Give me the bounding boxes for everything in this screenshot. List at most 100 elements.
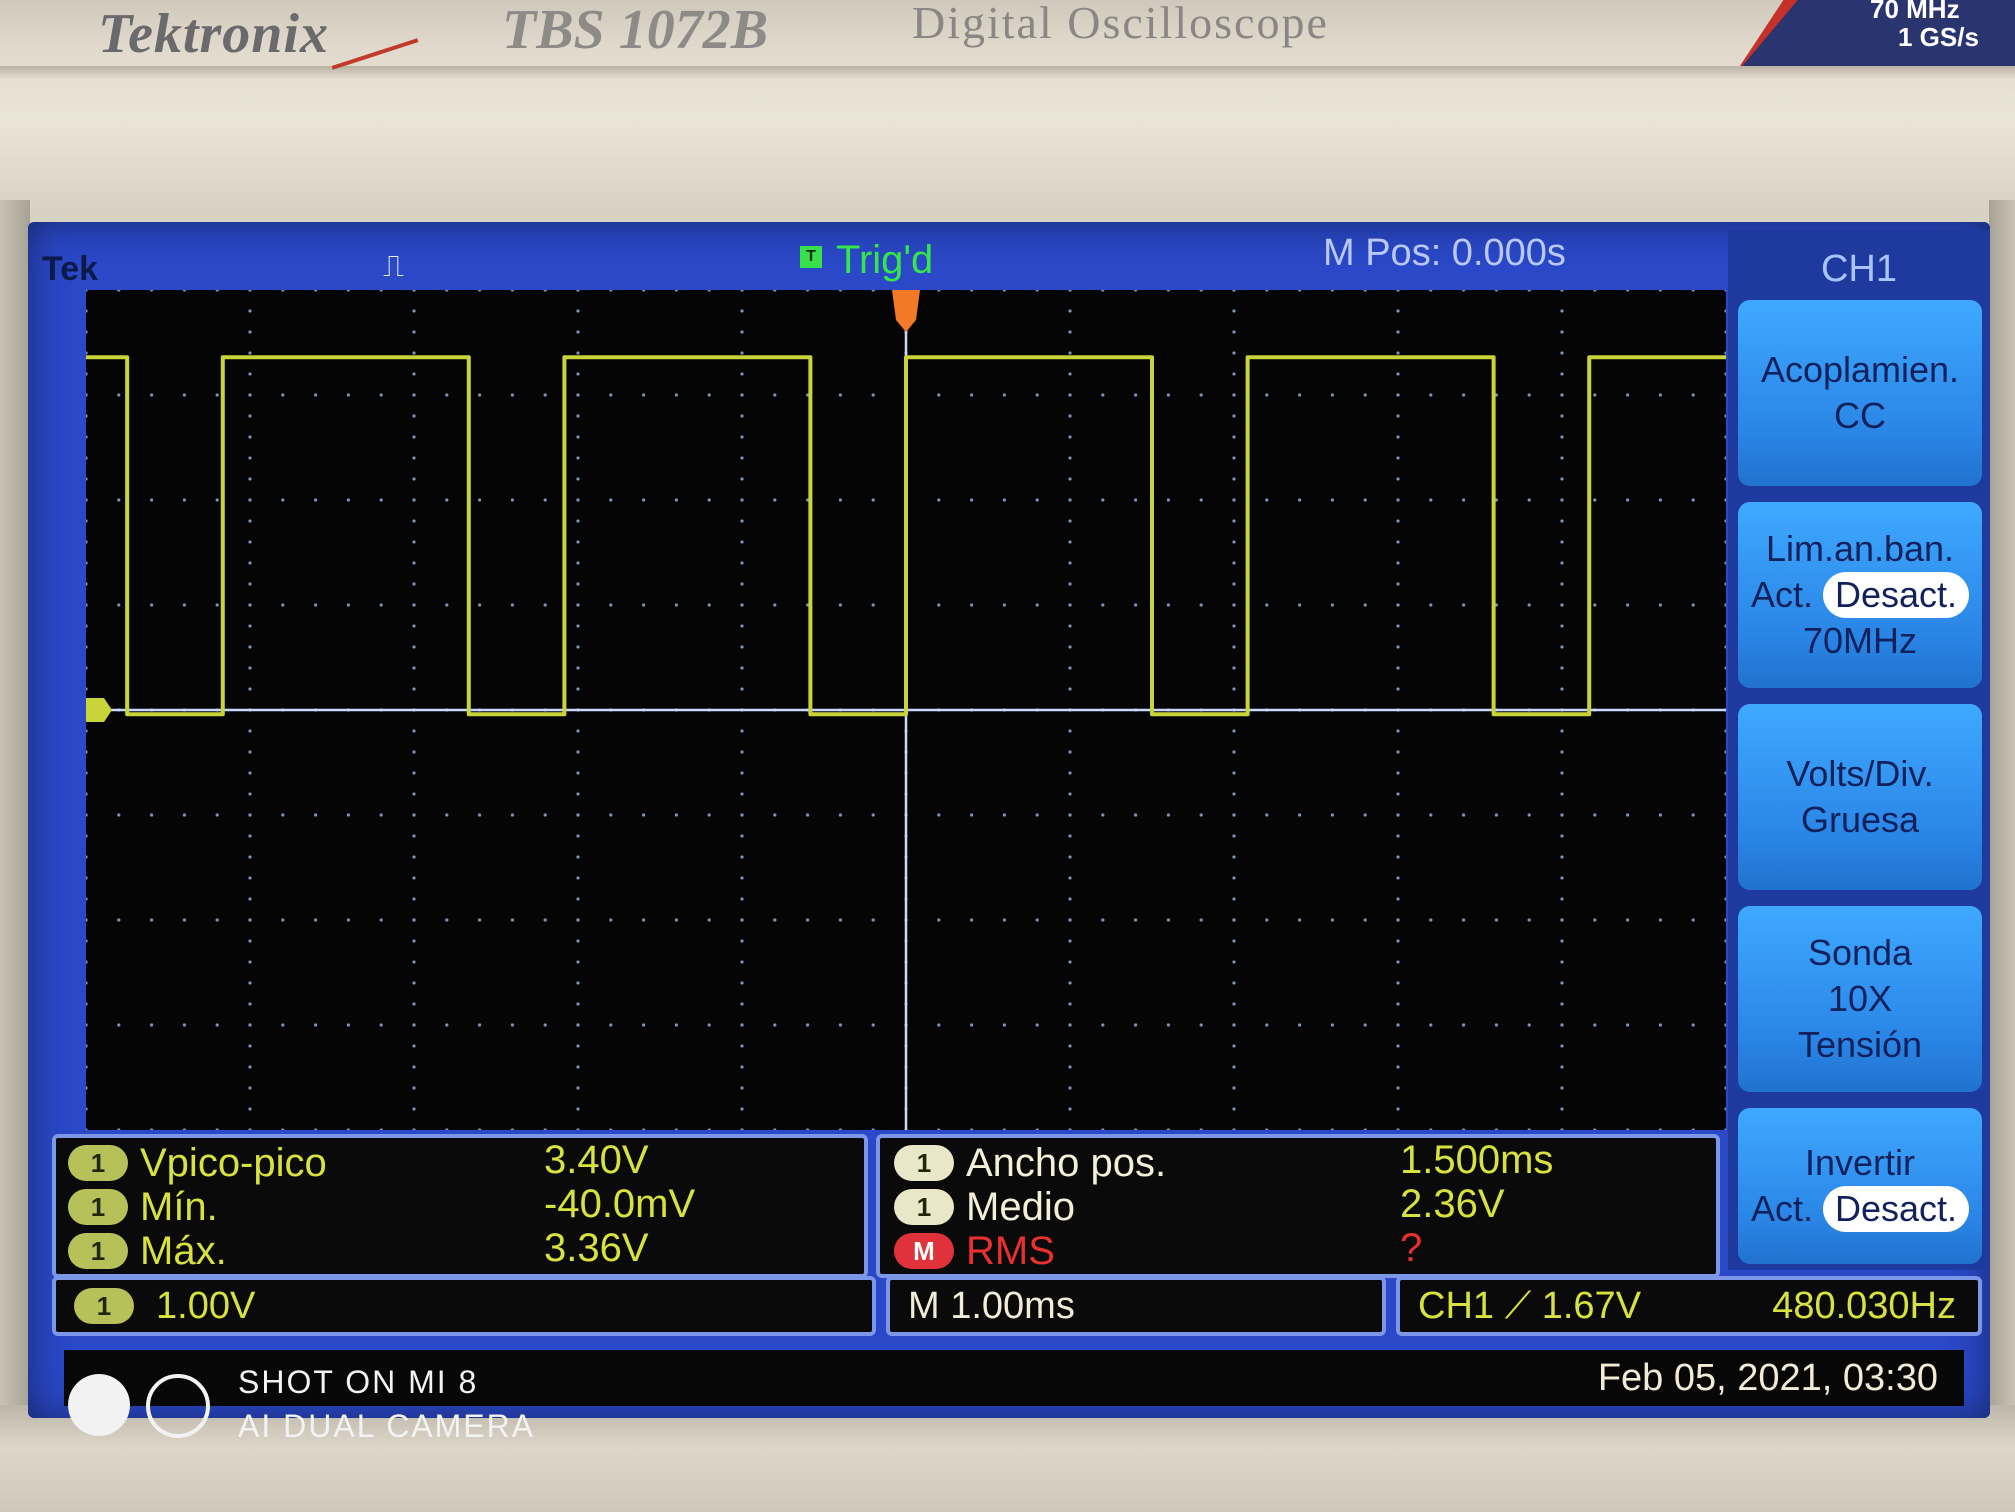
grid-dot: [182, 498, 186, 502]
grid-dot: [314, 813, 318, 817]
grid-dot: [1724, 1023, 1726, 1027]
coupling-button[interactable]: Acoplamien. CC: [1738, 300, 1982, 486]
grid-dot: [1626, 1128, 1630, 1130]
grid-dot: [576, 1044, 580, 1048]
volts-div-button[interactable]: Volts/Div. Gruesa: [1738, 704, 1982, 890]
measurement-value: 3.36V: [544, 1226, 649, 1270]
grid-dot: [1035, 498, 1039, 502]
grid-dot: [412, 624, 416, 628]
grid-dot: [445, 393, 449, 397]
channel-1-ground-marker[interactable]: [86, 698, 112, 722]
grid-dot: [1232, 771, 1236, 775]
grid-dot: [412, 1107, 416, 1111]
grid-dot: [1560, 414, 1564, 418]
grid-dot: [1560, 645, 1564, 649]
grid-dot: [1626, 290, 1630, 292]
grid-dot: [1560, 897, 1564, 901]
grid-dot: [1363, 918, 1367, 922]
grid-dot: [1068, 414, 1072, 418]
grid-dot: [86, 351, 88, 355]
grid-dot: [1626, 1023, 1630, 1027]
grid-dot: [1462, 603, 1466, 607]
grid-dot: [412, 855, 416, 859]
grid-dot: [1232, 624, 1236, 628]
grid-dot: [1527, 393, 1531, 397]
grid-dot: [1199, 1023, 1203, 1027]
grid-dot: [1068, 372, 1072, 376]
grid-dot: [1396, 624, 1400, 628]
grid-dot: [412, 771, 416, 775]
frequency: 480.030Hz: [1772, 1284, 1956, 1327]
grid-dot: [1724, 960, 1726, 964]
grid-dot: [346, 918, 350, 922]
grid-dot: [609, 290, 613, 292]
grid-dot: [1330, 813, 1334, 817]
grid-dot: [86, 1086, 88, 1090]
grid-dot: [1429, 1128, 1433, 1130]
grid-dot: [478, 498, 482, 502]
grid-dot: [576, 498, 580, 502]
grid-dot: [412, 897, 416, 901]
grid-dot: [1363, 393, 1367, 397]
grid-dot: [609, 603, 613, 607]
grid-dot: [740, 1065, 744, 1069]
grid-dot: [1626, 813, 1630, 817]
grid-dot: [412, 309, 416, 313]
grid-dot: [707, 603, 711, 607]
grid-dot: [1363, 1128, 1367, 1130]
grid-dot: [1724, 981, 1726, 985]
grid-dot: [379, 603, 383, 607]
probe-button[interactable]: Sonda 10X Tensión: [1738, 906, 1982, 1092]
grid-dot: [642, 813, 646, 817]
grid-dot: [576, 939, 580, 943]
grid-dot: [576, 813, 580, 817]
grid-dot: [1626, 603, 1630, 607]
grid-dot: [576, 792, 580, 796]
grid-dot: [248, 687, 252, 691]
grid-dot: [1560, 960, 1564, 964]
grid-dot: [1560, 1128, 1564, 1130]
grid-dot: [1068, 456, 1072, 460]
grid-dot: [1232, 666, 1236, 670]
trigger-position-marker[interactable]: [892, 290, 920, 332]
model-name: TBS 1072B: [502, 0, 769, 61]
invert-button[interactable]: Invertir Act. Desact.: [1738, 1108, 1982, 1264]
grid-dot: [1298, 1023, 1302, 1027]
grid-dot: [674, 498, 679, 502]
grid-dot: [412, 813, 416, 817]
grid-dot: [1527, 498, 1531, 502]
grid-dot: [86, 645, 88, 649]
bandwidth-limit-button[interactable]: Lim.an.ban. Act. Desact. 70MHz: [1738, 502, 1982, 688]
grid-dot: [86, 1128, 88, 1130]
grid-dot: [1560, 309, 1564, 313]
grid-dot: [707, 918, 711, 922]
grid-dot: [1593, 290, 1597, 292]
grid-dot: [1101, 1128, 1105, 1130]
grid-dot: [1560, 351, 1564, 355]
grid-dot: [412, 519, 416, 523]
grid-dot: [576, 645, 580, 649]
grid-dot: [1724, 1065, 1726, 1069]
grid-dot: [86, 582, 88, 586]
grid-dot: [1494, 918, 1498, 922]
grid-dot: [1691, 813, 1695, 817]
grid-dot: [1298, 393, 1302, 397]
grid-dot: [1002, 813, 1007, 817]
grid-dot: [86, 771, 88, 775]
grid-dot: [1396, 435, 1400, 439]
grid-dot: [1035, 813, 1039, 817]
grid-dot: [1232, 290, 1236, 292]
grid-dot: [1068, 435, 1072, 439]
grid-dot: [1560, 792, 1564, 796]
grid-dot: [740, 330, 744, 334]
grid-dot: [1068, 729, 1072, 733]
grid-dot: [248, 729, 252, 733]
grid-dot: [182, 1128, 186, 1130]
grid-dot: [1265, 1023, 1269, 1027]
grid-dot: [248, 960, 252, 964]
grid-dot: [1232, 1128, 1236, 1130]
grid-dot: [1429, 813, 1433, 817]
grid-dot: [86, 960, 88, 964]
grid-dot: [1002, 603, 1007, 607]
grid-dot: [1265, 813, 1269, 817]
